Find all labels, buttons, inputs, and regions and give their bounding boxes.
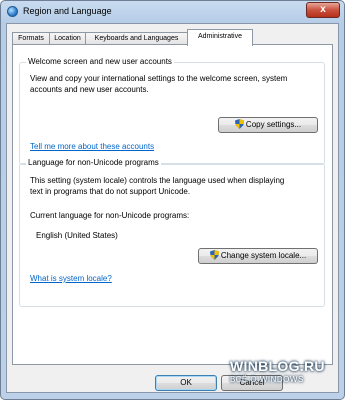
welcome-description-line2: accounts and new user accounts.	[30, 85, 149, 94]
watermark-line2: ВСЁ О WINDOWS	[230, 375, 304, 384]
globe-icon	[7, 6, 18, 17]
unicode-description-line2: text in programs that do not support Uni…	[30, 187, 191, 196]
non-unicode-group-title: Language for non-Unicode programs	[26, 158, 161, 167]
copy-settings-label: Copy settings...	[245, 120, 302, 129]
tab-strip: Formats Location Keyboards and Languages…	[12, 29, 333, 46]
change-system-locale-button[interactable]: Change system locale...	[198, 248, 318, 264]
current-language-label: Current language for non-Unicode program…	[30, 211, 190, 220]
watermark: WINBLOG.RU ВСЁ О WINDOWS	[230, 358, 336, 392]
change-system-locale-label: Change system locale...	[220, 251, 307, 260]
administrative-tab-page: Welcome screen and new user accounts Vie…	[12, 44, 333, 365]
tab-administrative[interactable]: Administrative	[187, 29, 253, 46]
window-title: Region and Language	[23, 6, 112, 16]
unicode-description-line1: This setting (system locale) controls th…	[30, 176, 285, 185]
tell-me-more-link[interactable]: Tell me more about these accounts	[30, 142, 154, 151]
title-bar[interactable]: Region and Language x	[1, 1, 344, 23]
ok-button[interactable]: OK	[155, 375, 217, 391]
welcome-description-line1: View and copy your international setting…	[30, 74, 288, 83]
current-language-value: English (United States)	[36, 231, 118, 240]
non-unicode-group: Language for non-Unicode programs This s…	[19, 158, 325, 307]
dialog-client-area: Formats Location Keyboards and Languages…	[6, 23, 339, 393]
uac-shield-icon	[209, 250, 219, 260]
dialog-window: Region and Language x Formats Location K…	[0, 0, 345, 400]
welcome-screen-group: Welcome screen and new user accounts Vie…	[19, 57, 325, 165]
close-button[interactable]: x	[306, 2, 340, 18]
what-is-system-locale-link[interactable]: What is system locale?	[30, 274, 112, 283]
watermark-line1: WINBLOG.RU	[230, 358, 325, 374]
welcome-group-title: Welcome screen and new user accounts	[26, 57, 174, 66]
uac-shield-icon	[234, 119, 244, 129]
copy-settings-button[interactable]: Copy settings...	[218, 117, 318, 133]
